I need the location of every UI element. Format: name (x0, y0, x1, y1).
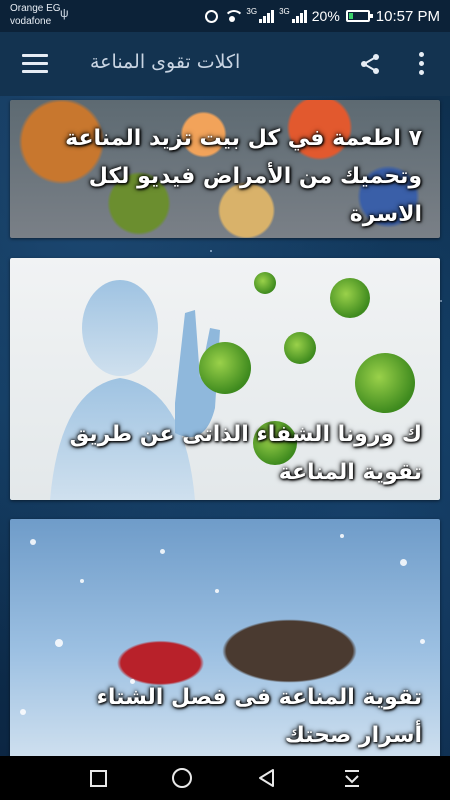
back-button[interactable] (237, 756, 297, 800)
battery-icon (345, 10, 373, 22)
home-icon (172, 768, 192, 788)
wifi-icon (224, 10, 245, 22)
article-card[interactable]: ك ورونا الشفاء الذاتى عن طريق تقوية المن… (10, 258, 440, 500)
carrier-info: Orange EG vodafone (10, 2, 61, 28)
system-nav-bar (0, 756, 450, 800)
network-type-label-2: 3G (279, 6, 290, 16)
recents-icon (89, 769, 107, 787)
article-list: ٧ اطعمة في كل بيت تزيد المناعة وتحميك من… (0, 96, 450, 756)
home-button[interactable] (152, 756, 212, 800)
recents-button[interactable] (68, 756, 128, 800)
battery-percent: 20% (311, 8, 340, 24)
app-title: اكلات تقوى المناعة (90, 51, 241, 73)
back-icon (259, 769, 274, 787)
menu-icon[interactable] (22, 54, 48, 74)
article-title: ٧ اطعمة في كل بيت تزيد المناعة وتحميك من… (65, 126, 422, 227)
article-card[interactable]: تقوية المناعة فى فصل الشتاء أسرار صحتك (10, 519, 440, 756)
more-vert-icon[interactable] (418, 52, 426, 76)
notifications-pull-button[interactable] (322, 756, 382, 800)
signal-icon (259, 9, 275, 23)
alarm-icon (205, 9, 219, 23)
carrier-secondary: vodafone (10, 16, 52, 27)
article-card[interactable]: ٧ اطعمة في كل بيت تزيد المناعة وتحميك من… (10, 100, 440, 238)
carrier-primary: Orange EG (10, 3, 61, 14)
battery-level-fill (348, 13, 353, 19)
article-title: ك ورونا الشفاء الذاتى عن طريق تقوية المن… (69, 422, 422, 485)
usb-icon: ψ (60, 6, 69, 20)
signal-icon-2 (291, 9, 307, 23)
network-type-label: 3G (246, 6, 258, 16)
clock: 10:57 PM (375, 7, 440, 25)
app-bar: اكلات تقوى المناعة (0, 32, 450, 96)
article-title: تقوية المناعة فى فصل الشتاء أسرار صحتك (96, 685, 422, 748)
notifications-pull-icon (345, 770, 359, 787)
status-bar: Orange EG vodafone ψ 3G 3G 20% 10:57 PM (0, 0, 450, 32)
share-icon[interactable] (358, 52, 382, 76)
